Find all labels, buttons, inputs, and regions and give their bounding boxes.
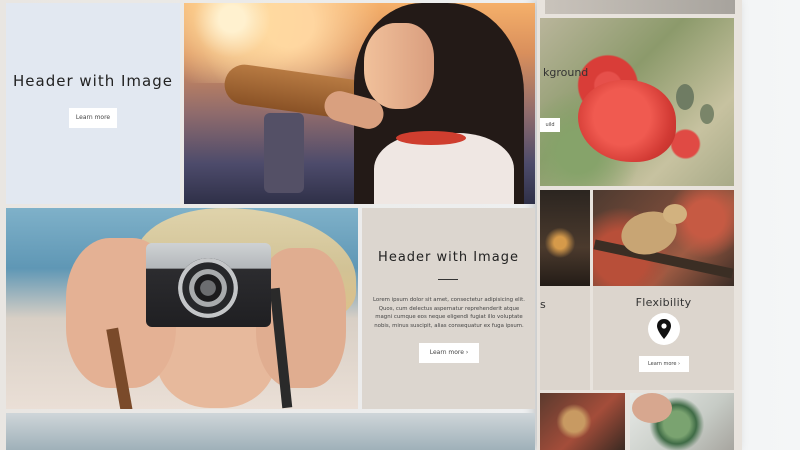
ground-image <box>540 190 590 286</box>
title-divider <box>438 279 458 280</box>
top-image-strip <box>545 0 735 14</box>
left-feature-card <box>540 286 590 390</box>
flexibility-title: Flexibility <box>635 296 692 309</box>
flower-petal <box>578 80 676 162</box>
squirrel-head <box>663 204 687 224</box>
squirrel-image <box>593 190 734 286</box>
bottom-image-strip <box>6 413 535 450</box>
background-header-text: kground <box>543 66 589 79</box>
left-feature-title: s <box>540 298 546 311</box>
flower-bud <box>700 104 714 124</box>
flower-bud <box>676 84 694 110</box>
background-small-button[interactable]: uild <box>540 118 560 132</box>
face <box>364 23 434 109</box>
header-card-middle-body: Lorem ipsum dolor sit amet, consectetur … <box>373 297 525 329</box>
header-card-top <box>6 3 180 204</box>
header-card-middle-learn-more-button[interactable]: Learn more › <box>419 343 479 363</box>
header-card-top-title: Header with Image <box>13 72 173 90</box>
telescope-stand <box>264 113 304 193</box>
hand <box>632 393 672 423</box>
header-card-middle-title: Header with Image <box>378 250 519 265</box>
globe-image <box>630 393 734 450</box>
flexibility-learn-more-button[interactable]: Learn more › <box>639 356 689 372</box>
map-pin-icon <box>657 319 671 339</box>
flower-image <box>540 18 734 186</box>
camera-woman-image <box>6 208 358 409</box>
header-card-top-learn-more-button[interactable]: Learn more <box>69 108 117 128</box>
telescope-girl-image <box>184 3 535 204</box>
squirrel-thumbnail <box>540 393 625 450</box>
camera-lens <box>178 258 238 318</box>
shirt-collar <box>396 131 466 145</box>
